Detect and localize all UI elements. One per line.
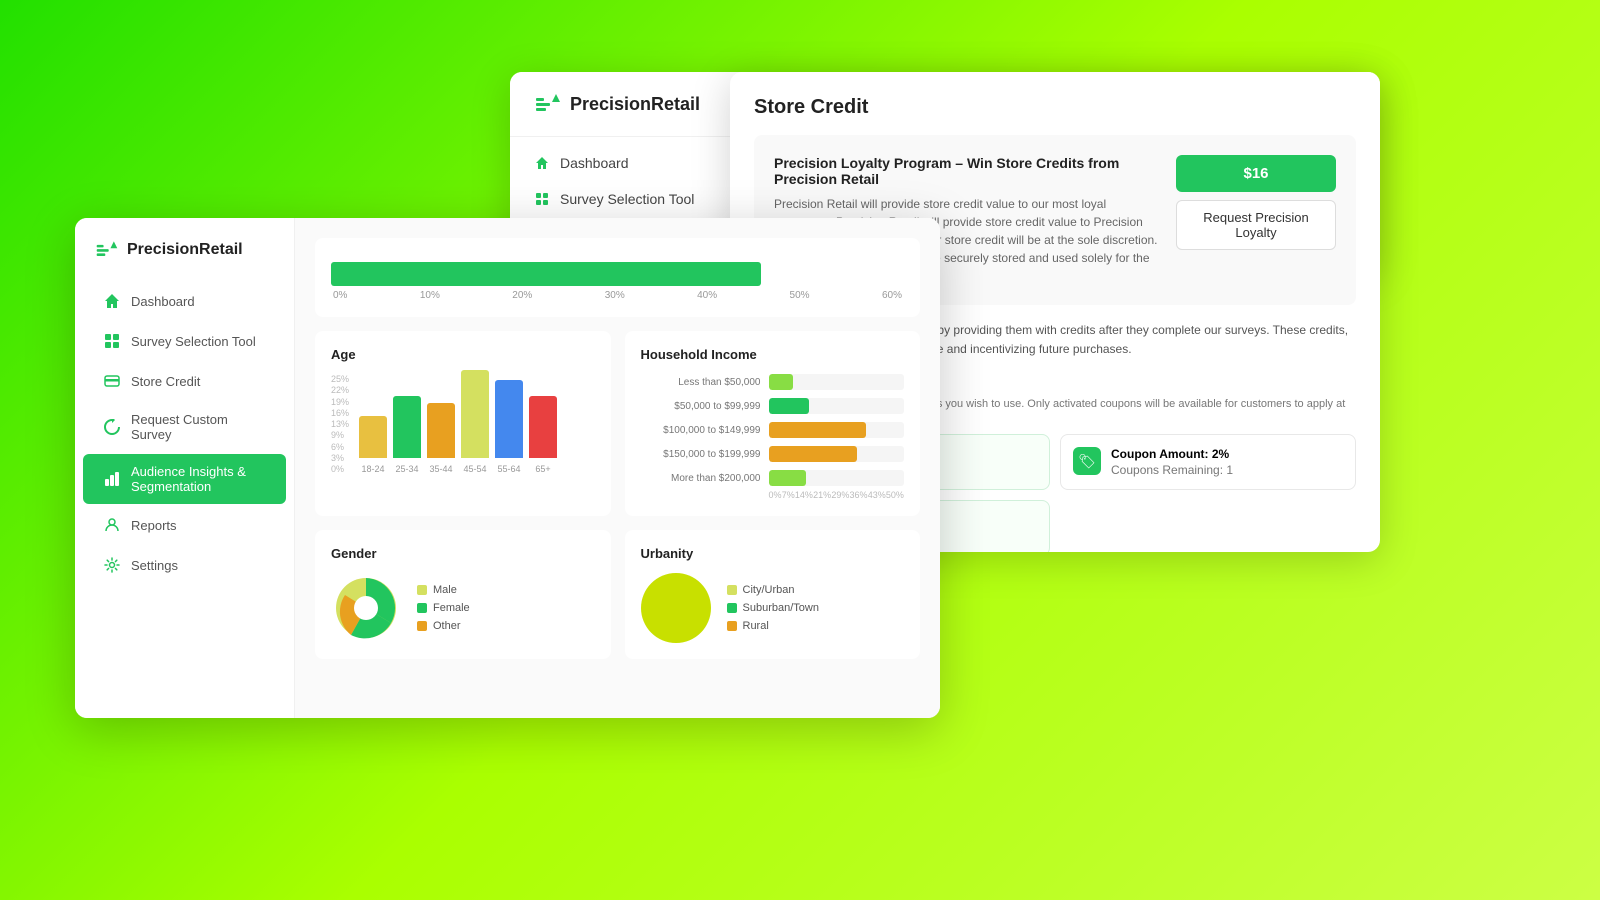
rural-dot: [727, 621, 737, 631]
chart-icon: [103, 470, 121, 488]
gender-section: Male Female Other: [331, 573, 595, 643]
sidebar-survey-label: Survey Selection Tool: [131, 334, 256, 349]
legend-other: Other: [417, 620, 470, 632]
age-bars: 18-24 25-34 35-44 45-54: [359, 374, 595, 494]
back-window-appname: PrecisionRetail: [570, 94, 700, 115]
charts-grid-top: Age 25% 22% 19% 16% 13% 9% 6% 3% 0%: [315, 331, 920, 516]
coupon-card-1[interactable]: 🏷 Coupon Amount: 2% Coupons Remaining: 1: [1060, 434, 1356, 490]
sidebar-logo-icon: [95, 238, 119, 262]
age-chart-title: Age: [331, 347, 595, 362]
income-bars: Less than $50,000 $50,000 to $99,999 $10…: [641, 374, 905, 486]
income-row-4: More than $200,000: [641, 470, 905, 486]
coupon-info-1: Coupon Amount: 2% Coupons Remaining: 1: [1111, 447, 1233, 477]
credit-buttons: $16 Request Precision Loyalty: [1176, 155, 1336, 250]
sidebar-audience-label: Audience Insights & Segmentation: [131, 464, 266, 494]
sidebar-item-dashboard[interactable]: Dashboard: [83, 282, 286, 320]
urbanity-chart-card: Urbanity City/Urban Suburban/Town: [625, 530, 921, 659]
gender-pie-chart: [331, 573, 401, 643]
age-bar-18-24: 18-24: [359, 416, 387, 474]
female-dot: [417, 603, 427, 613]
age-bar-55-64: 55-64: [495, 380, 523, 474]
sidebar-settings-label: Settings: [131, 558, 178, 573]
sidebar-item-survey[interactable]: Survey Selection Tool: [83, 322, 286, 360]
male-label: Male: [433, 584, 457, 596]
home-icon: [103, 292, 121, 310]
sidebar-logo: PrecisionRetail: [75, 238, 294, 282]
request-loyalty-button[interactable]: Request Precision Loyalty: [1176, 200, 1336, 250]
other-label: Other: [433, 620, 461, 632]
coupon-remaining-1: Coupons Remaining: 1: [1111, 463, 1233, 477]
sidebar-item-store-credit[interactable]: Store Credit: [83, 362, 286, 400]
income-row-0: Less than $50,000: [641, 374, 905, 390]
main-content: 0% 10% 20% 30% 40% 50% 60% Age 25% 22% 1…: [295, 218, 940, 718]
refresh-icon: [103, 418, 121, 436]
age-bar-65plus: 65+: [529, 396, 557, 474]
urbanity-circle: [641, 573, 711, 643]
sidebar-custom-survey-label: Request Custom Survey: [131, 412, 266, 442]
income-row-3: $150,000 to $199,999: [641, 446, 905, 462]
city-dot: [727, 585, 737, 595]
male-dot: [417, 585, 427, 595]
income-axis: 0% 7% 14% 21% 29% 36% 43% 50%: [769, 490, 905, 500]
income-row-2: $100,000 to $149,999: [641, 422, 905, 438]
sidebar-item-reports[interactable]: Reports: [83, 506, 286, 544]
urbanity-chart-title: Urbanity: [641, 546, 905, 561]
sidebar-reports-label: Reports: [131, 518, 177, 533]
legend-city: City/Urban: [727, 584, 819, 596]
main-window: PrecisionRetail Dashboard Survey Selecti…: [75, 218, 940, 718]
sidebar-item-settings[interactable]: Settings: [83, 546, 286, 584]
sidebar-item-custom-survey[interactable]: Request Custom Survey: [83, 402, 286, 452]
suburban-dot: [727, 603, 737, 613]
sidebar: PrecisionRetail Dashboard Survey Selecti…: [75, 218, 295, 718]
sidebar-item-audience[interactable]: Audience Insights & Segmentation: [83, 454, 286, 504]
income-row-1: $50,000 to $99,999: [641, 398, 905, 414]
back-nav-survey-label: Survey Selection Tool: [560, 191, 694, 207]
city-label: City/Urban: [743, 584, 795, 596]
grid-icon: [103, 332, 121, 350]
home-icon: [534, 155, 550, 171]
other-dot: [417, 621, 427, 631]
gender-chart-title: Gender: [331, 546, 595, 561]
top-bar-fill: [331, 262, 761, 286]
age-bar-45-54: 45-54: [461, 370, 489, 474]
age-bar-25-34: 25-34: [393, 396, 421, 474]
top-bar-chart: [331, 262, 904, 286]
gender-legend: Male Female Other: [417, 584, 470, 632]
top-bar-section: 0% 10% 20% 30% 40% 50% 60%: [315, 238, 920, 317]
credit-title: Store Credit: [754, 96, 1356, 119]
back-nav-dashboard-label: Dashboard: [560, 155, 629, 171]
grid-icon: [534, 191, 550, 207]
income-chart-card: Household Income Less than $50,000 $50,0…: [625, 331, 921, 516]
gender-chart-card: Gender Male: [315, 530, 611, 659]
legend-male: Male: [417, 584, 470, 596]
sidebar-nav: Dashboard Survey Selection Tool Store Cr…: [75, 282, 294, 698]
legend-female: Female: [417, 602, 470, 614]
sidebar-appname: PrecisionRetail: [127, 241, 243, 259]
legend-suburban: Suburban/Town: [727, 602, 819, 614]
income-chart-title: Household Income: [641, 347, 905, 362]
coupon-amount-1: Coupon Amount: 2%: [1111, 447, 1233, 461]
back-window-logo: PrecisionRetail: [534, 90, 700, 118]
urbanity-legend: City/Urban Suburban/Town Rural: [727, 584, 819, 632]
sidebar-dashboard-label: Dashboard: [131, 294, 195, 309]
sidebar-credit-label: Store Credit: [131, 374, 200, 389]
top-bar-axis: 0% 10% 20% 30% 40% 50% 60%: [331, 290, 904, 301]
suburban-label: Suburban/Town: [743, 602, 819, 614]
age-chart-container: 25% 22% 19% 16% 13% 9% 6% 3% 0% 18-24: [331, 374, 595, 494]
urbanity-section: City/Urban Suburban/Town Rural: [641, 573, 905, 643]
legend-rural: Rural: [727, 620, 819, 632]
charts-grid-bottom: Gender Male: [315, 530, 920, 659]
age-y-labels: 25% 22% 19% 16% 13% 9% 6% 3% 0%: [331, 374, 349, 474]
coupon-tag-icon-1: 🏷: [1073, 447, 1101, 475]
female-label: Female: [433, 602, 470, 614]
gear-icon: [103, 556, 121, 574]
rural-label: Rural: [743, 620, 769, 632]
credit-amount-button[interactable]: $16: [1176, 155, 1336, 192]
age-chart-card: Age 25% 22% 19% 16% 13% 9% 6% 3% 0%: [315, 331, 611, 516]
user-icon: [103, 516, 121, 534]
credit-card-icon: [103, 372, 121, 390]
age-bar-35-44: 35-44: [427, 403, 455, 474]
credit-banner-title: Precision Loyalty Program – Win Store Cr…: [774, 155, 1160, 187]
logo-icon: [534, 90, 562, 118]
